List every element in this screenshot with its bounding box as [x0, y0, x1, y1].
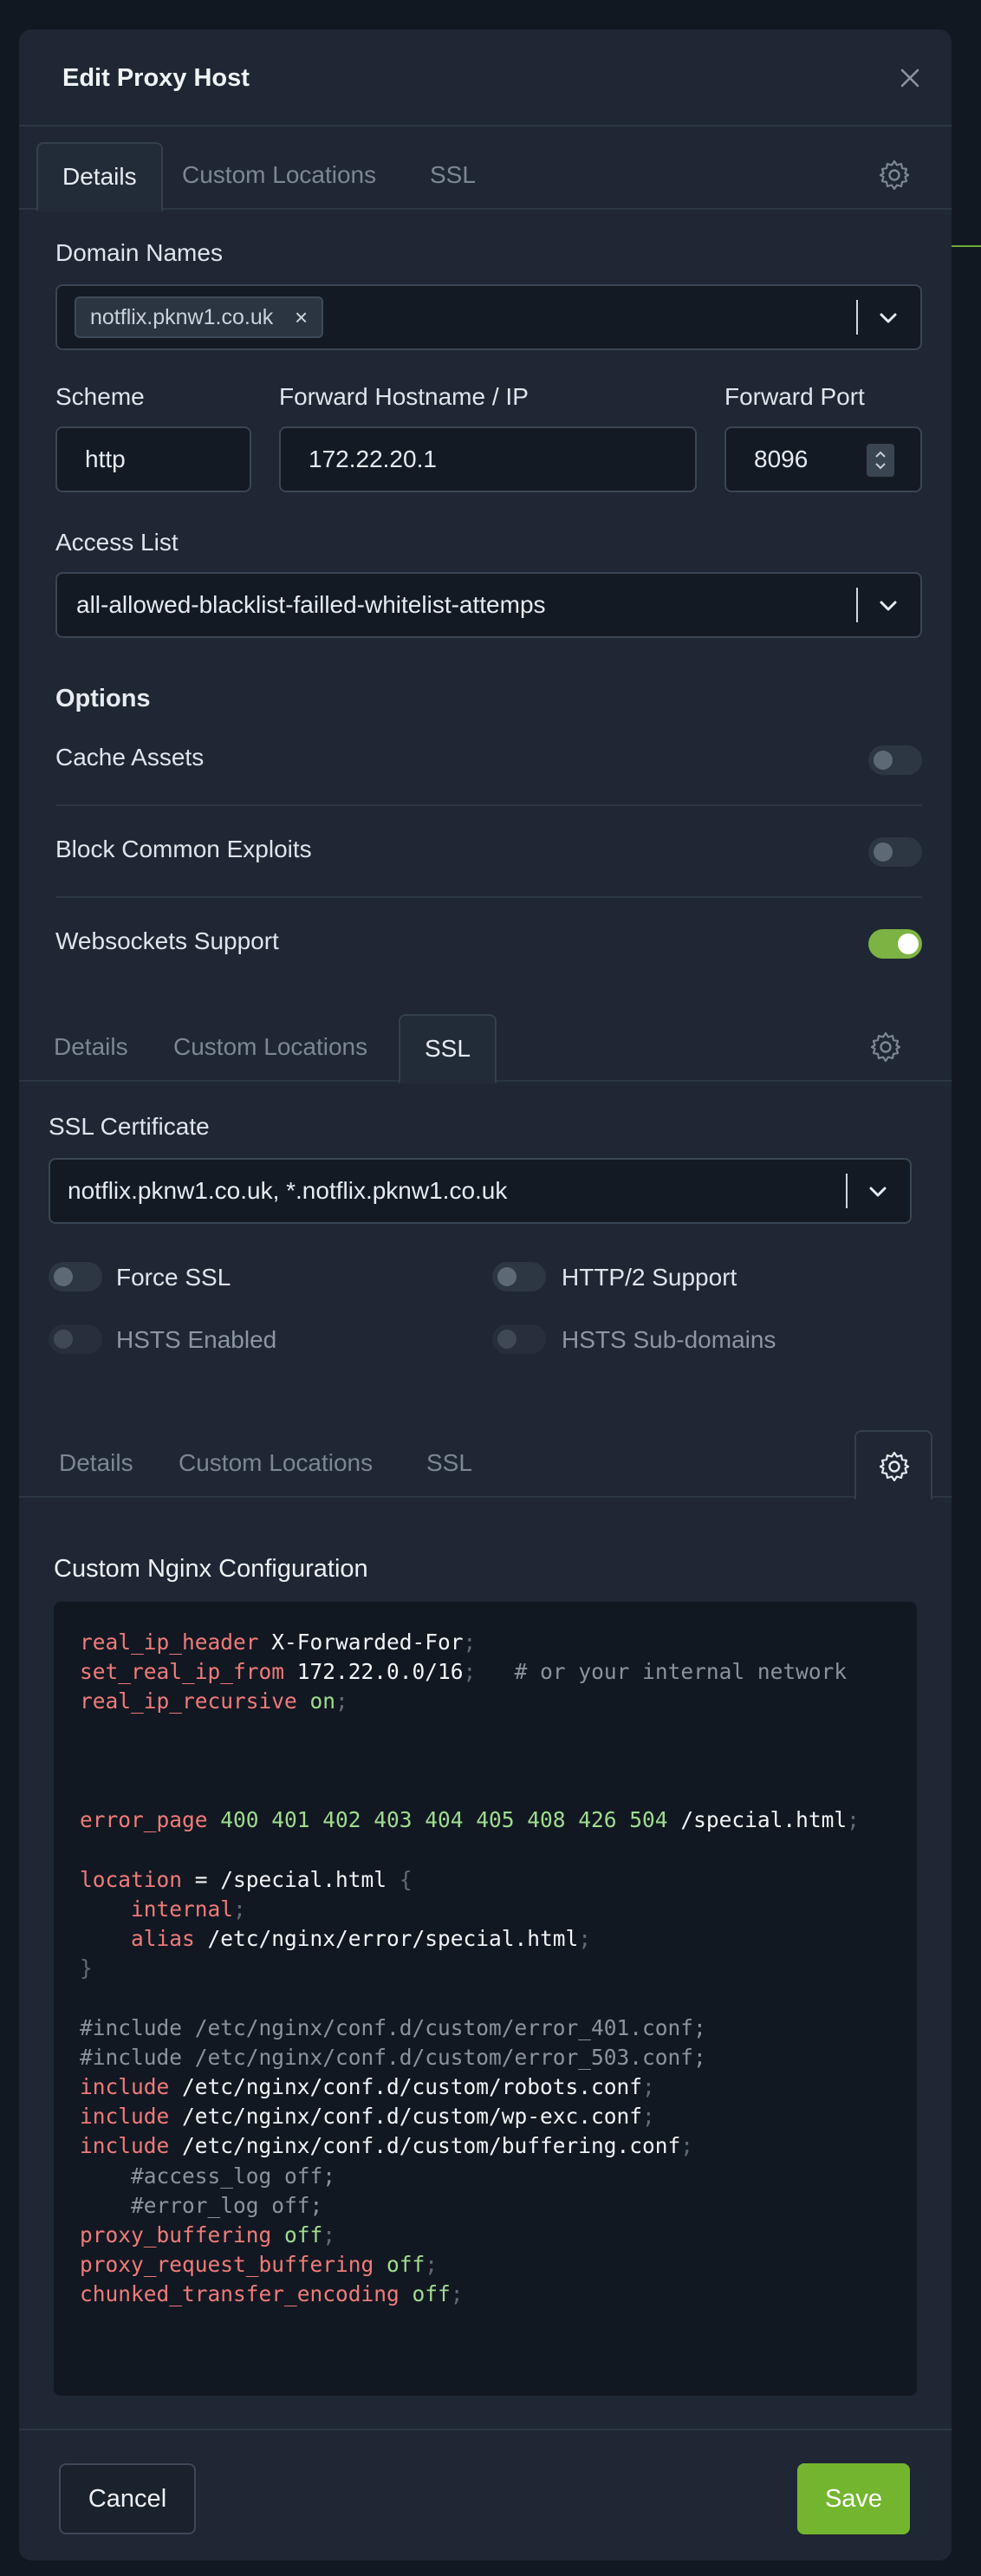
forward-port-value: 8096 [754, 446, 809, 472]
forward-hostname-value: 172.22.20.1 [309, 446, 437, 472]
select-divider [846, 1174, 848, 1208]
tab-details[interactable]: Details [35, 1430, 158, 1498]
forward-port-input[interactable]: 8096 [724, 426, 922, 492]
domain-chip-label: notflix.pknw1.co.uk [90, 305, 274, 329]
access-list-value: all-allowed-blacklist-failled-whitelist-… [76, 591, 546, 618]
close-icon[interactable] [894, 62, 926, 94]
hsts-subdomains-label: HSTS Sub-domains [562, 1326, 776, 1353]
option-label: Block Common Exploits [55, 836, 312, 862]
tab-bar-advanced: Details Custom Locations SSL [19, 1415, 952, 1499]
http2-toggle[interactable] [492, 1262, 546, 1291]
forward-hostname-input[interactable]: 172.22.20.1 [279, 426, 697, 492]
custom-nginx-config-title: Custom Nginx Configuration [54, 1555, 368, 1583]
domain-names-label: Domain Names [55, 239, 223, 266]
gear-icon[interactable] [868, 1030, 903, 1064]
option-websockets-support: Websockets Support [55, 898, 922, 990]
tab-ssl[interactable]: SSL [406, 142, 500, 210]
cancel-button[interactable]: Cancel [59, 2463, 196, 2534]
chip-remove-icon[interactable]: × [295, 298, 308, 336]
tab-details[interactable]: Details [36, 142, 163, 211]
force-ssl-label: Force SSL [116, 1264, 231, 1291]
scheme-input[interactable]: http [55, 426, 251, 492]
select-divider [856, 588, 858, 622]
websockets-toggle[interactable] [868, 929, 922, 959]
tab-bar-ssl: Details Custom Locations SSL [19, 999, 952, 1083]
access-list-select[interactable]: all-allowed-blacklist-failled-whitelist-… [55, 572, 922, 638]
block-exploits-toggle[interactable] [868, 837, 922, 867]
chevron-down-icon[interactable] [865, 1179, 891, 1205]
ssl-certificate-select[interactable]: notflix.pknw1.co.uk, *.notflix.pknw1.co.… [49, 1158, 912, 1224]
chevron-down-icon[interactable] [875, 305, 901, 331]
options-title: Options [55, 685, 151, 712]
option-label: Websockets Support [55, 927, 279, 954]
force-ssl-toggle[interactable] [49, 1262, 102, 1291]
nginx-config-editor[interactable]: real_ip_header X-Forwarded-For; set_real… [54, 1602, 917, 2396]
modal-header: Edit Proxy Host [19, 29, 952, 127]
forward-port-label: Forward Port [724, 383, 865, 410]
nginx-config-code[interactable]: real_ip_header X-Forwarded-For; set_real… [80, 1628, 860, 2310]
scheme-label: Scheme [55, 383, 145, 410]
hsts-toggle[interactable] [49, 1324, 102, 1354]
chevron-down-icon[interactable] [875, 593, 901, 619]
save-button[interactable]: Save [797, 2463, 910, 2534]
option-cache-assets: Cache Assets [55, 714, 922, 806]
backdrop-accent-line [952, 245, 981, 247]
port-stepper-icon[interactable] [867, 444, 894, 477]
tab-custom-locations[interactable]: Custom Locations [149, 1014, 392, 1082]
hsts-subdomains-toggle[interactable] [492, 1324, 546, 1354]
tab-custom-locations[interactable]: Custom Locations [158, 142, 400, 210]
tab-ssl[interactable]: SSL [399, 1014, 497, 1083]
option-label: Cache Assets [55, 744, 205, 771]
tab-custom-locations[interactable]: Custom Locations [154, 1430, 397, 1498]
modal-title: Edit Proxy Host [62, 64, 250, 92]
gear-icon [879, 1451, 910, 1482]
cache-assets-toggle[interactable] [868, 745, 922, 775]
option-block-common-exploits: Block Common Exploits [55, 806, 922, 898]
ssl-certificate-label: SSL Certificate [49, 1113, 210, 1140]
forward-hostname-label: Forward Hostname / IP [279, 383, 529, 410]
tab-bar-details: Details Custom Locations SSL [19, 127, 952, 211]
hsts-label: HSTS Enabled [116, 1326, 277, 1353]
tab-details[interactable]: Details [29, 1014, 153, 1082]
access-list-label: Access List [55, 529, 179, 556]
select-divider [856, 300, 858, 335]
gear-icon[interactable] [877, 158, 912, 192]
tab-ssl[interactable]: SSL [402, 1430, 497, 1498]
http2-label: HTTP/2 Support [562, 1264, 737, 1291]
domain-chip: notflix.pknw1.co.uk × [75, 296, 324, 338]
edit-proxy-host-modal: Edit Proxy Host Details Custom Locations… [19, 29, 952, 2560]
scheme-value: http [85, 446, 126, 472]
domain-names-select[interactable]: notflix.pknw1.co.uk × [55, 284, 922, 350]
tab-advanced[interactable] [854, 1430, 932, 1499]
ssl-certificate-value: notflix.pknw1.co.uk, *.notflix.pknw1.co.… [68, 1177, 508, 1204]
modal-footer: Cancel Save [19, 2429, 952, 2560]
